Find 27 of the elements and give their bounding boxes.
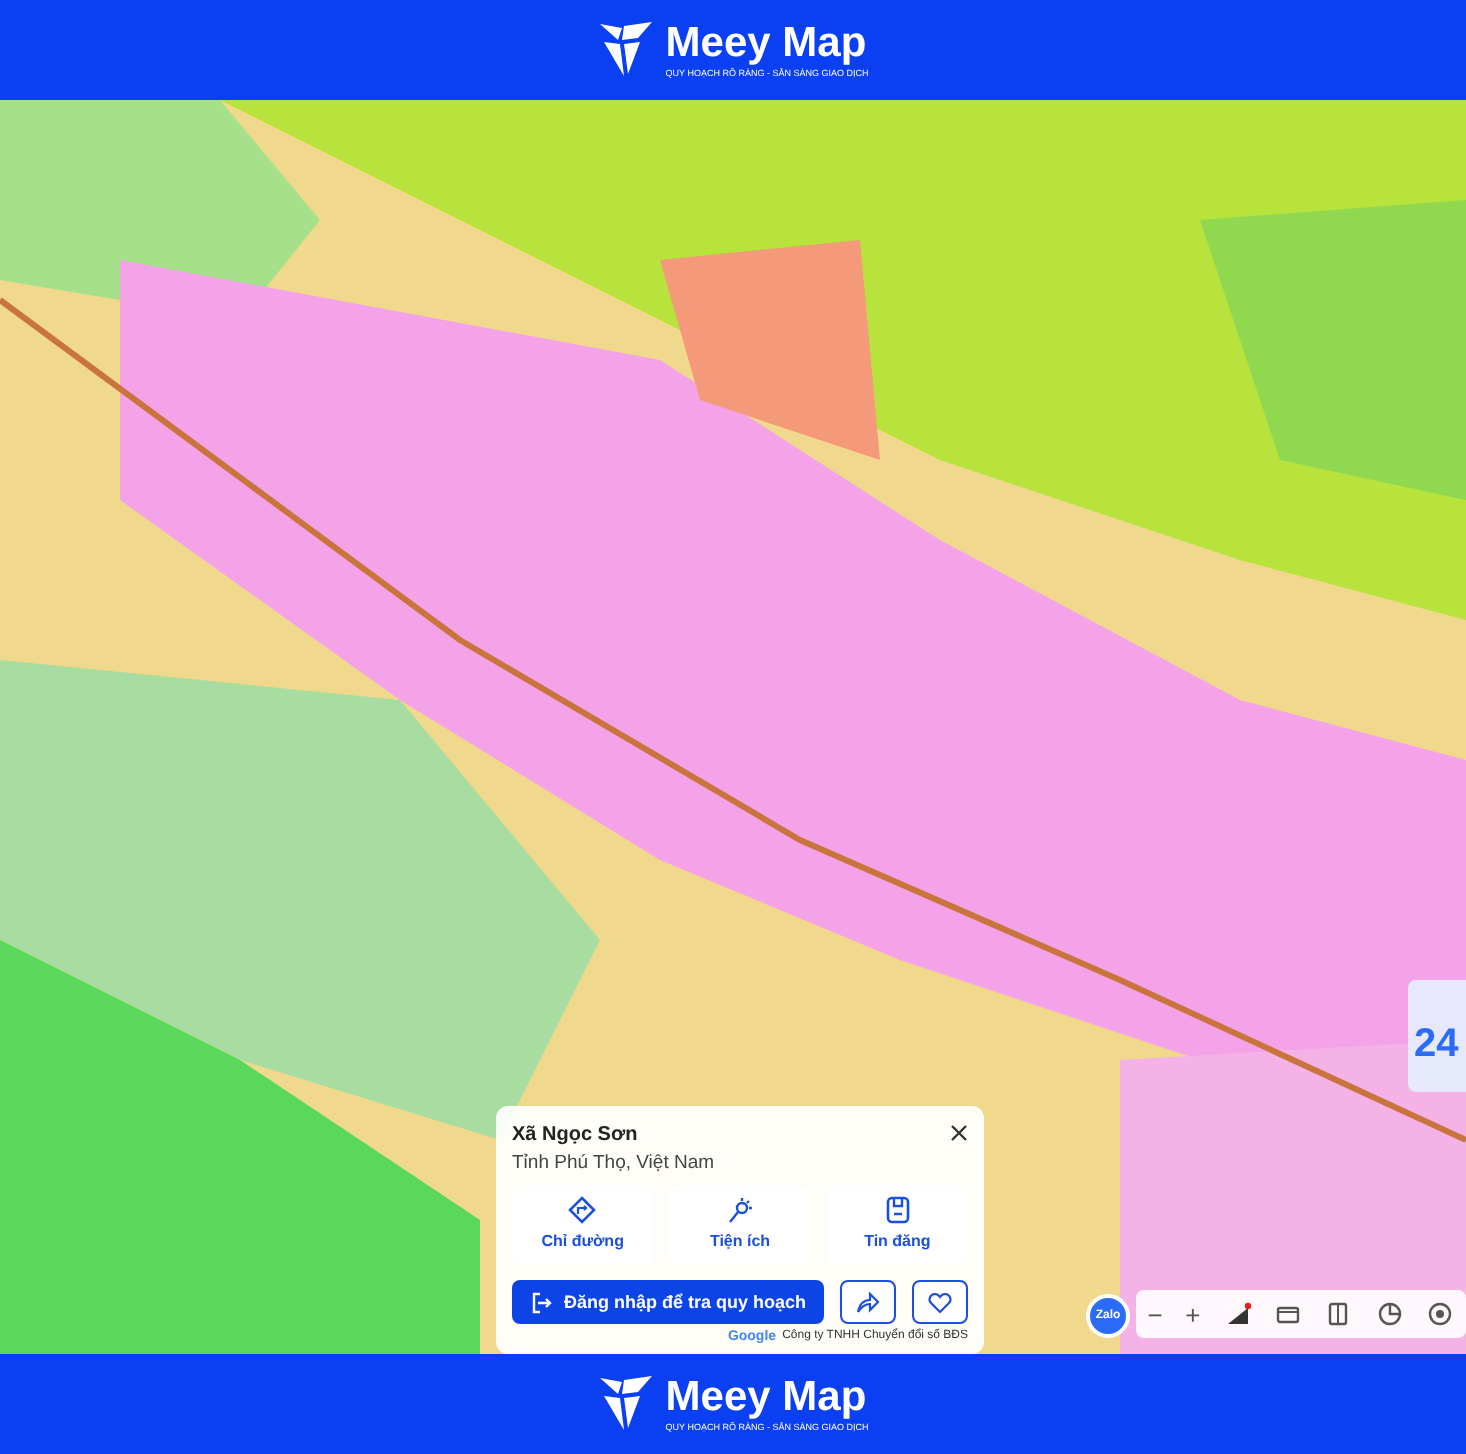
login-button[interactable]: Đăng nhập để tra quy hoạch bbox=[512, 1280, 824, 1325]
split-view-icon[interactable] bbox=[1324, 1300, 1353, 1328]
layers-icon[interactable] bbox=[1223, 1300, 1252, 1328]
action-button[interactable]: Tin đăng bbox=[826, 1186, 969, 1265]
place-subtitle: Tỉnh Phú Thọ, Việt Nam bbox=[512, 1150, 717, 1178]
promo-number: 24 bbox=[1414, 1024, 1461, 1064]
brand-name: Meey Map bbox=[665, 1375, 869, 1418]
close-icon[interactable] bbox=[950, 1124, 968, 1143]
action-button[interactable]: Chỉ đường bbox=[512, 1186, 654, 1265]
promo-card[interactable]: 24 bbox=[1408, 980, 1466, 1092]
sparkle-icon bbox=[726, 1196, 754, 1225]
place-title: Xã Ngọc Sơn bbox=[512, 1122, 640, 1150]
brand-name: Meey Map bbox=[665, 21, 869, 64]
zoom-in-button[interactable]: + bbox=[1181, 1301, 1205, 1327]
share-button[interactable] bbox=[840, 1280, 896, 1325]
document-icon bbox=[885, 1196, 910, 1225]
action-button[interactable]: Tiện ích bbox=[669, 1186, 811, 1265]
directions-icon bbox=[568, 1196, 597, 1225]
favorite-button[interactable] bbox=[912, 1280, 968, 1325]
pie-chart-icon[interactable] bbox=[1375, 1300, 1404, 1328]
logo-icon bbox=[597, 20, 654, 80]
logo-icon bbox=[597, 1374, 654, 1434]
heart-icon[interactable] bbox=[928, 1291, 952, 1314]
share-icon[interactable] bbox=[856, 1291, 880, 1314]
locate-icon[interactable] bbox=[1426, 1300, 1455, 1328]
zoom-out-button[interactable]: − bbox=[1143, 1301, 1167, 1327]
login-icon bbox=[529, 1291, 552, 1314]
